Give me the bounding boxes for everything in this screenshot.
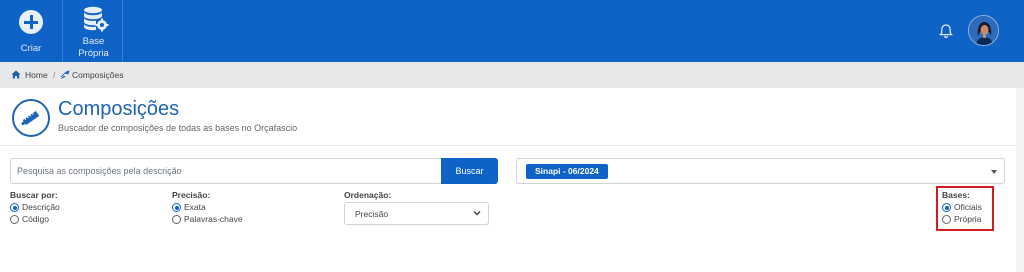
breadcrumb-current[interactable]: Composições <box>72 70 124 80</box>
bases-label: Bases: <box>942 190 970 200</box>
search-input[interactable] <box>10 158 441 184</box>
radio-label: Palavras-chave <box>184 214 243 224</box>
radio-button[interactable] <box>172 215 181 224</box>
radio-label: Oficiais <box>954 202 982 212</box>
radio-button-checked[interactable] <box>172 203 181 212</box>
ordenacao-value: Precisão <box>355 209 389 219</box>
radio-button[interactable] <box>10 215 19 224</box>
breadcrumb: Home / Composições <box>0 62 1024 88</box>
radio-button-checked[interactable] <box>942 203 951 212</box>
radio-label: Descrição <box>22 202 60 212</box>
breadcrumb-home-link[interactable]: Home <box>25 70 48 80</box>
trowel-icon <box>60 70 70 79</box>
criar-button[interactable]: Criar <box>0 0 62 62</box>
caret-down-icon[interactable] <box>991 170 997 174</box>
radio-label: Código <box>22 214 49 224</box>
plus-circle-icon <box>19 10 43 34</box>
buscar-button[interactable]: Buscar <box>441 158 498 184</box>
base-selected-tag[interactable]: Sinapi - 06/2024 <box>526 164 608 179</box>
base-select[interactable]: Sinapi - 06/2024 <box>516 158 1005 184</box>
ordenacao-select[interactable]: Precisão <box>344 202 489 225</box>
page-subtitle: Buscador de composições de todas as base… <box>58 123 298 133</box>
breadcrumb-separator: / <box>53 70 56 80</box>
base-propria-button[interactable]: Base Própria <box>62 0 123 62</box>
top-navbar: Criar Base Própria <box>0 0 1024 62</box>
ordenacao-label: Ordenação: <box>344 190 392 200</box>
main-content: Composições Buscador de composições de t… <box>0 88 1016 272</box>
page-title: Composições <box>58 98 180 120</box>
header-trowel-badge <box>12 99 50 137</box>
precisao-label: Precisão: <box>172 190 211 200</box>
radio-label: Própria <box>954 214 982 224</box>
radio-button-checked[interactable] <box>10 203 19 212</box>
chevron-down-icon <box>473 211 481 216</box>
user-avatar[interactable] <box>968 15 999 46</box>
bell-icon[interactable] <box>936 21 956 41</box>
radio-button[interactable] <box>942 215 951 224</box>
radio-label: Exata <box>184 202 206 212</box>
trowel-icon <box>21 110 40 126</box>
base-label-line1: Base <box>82 36 105 47</box>
avatar-image <box>969 16 998 45</box>
buscar-por-label: Buscar por: <box>10 190 58 200</box>
base-label-line2: Própria <box>78 48 109 59</box>
database-gear-icon <box>84 6 109 32</box>
header-divider <box>0 145 1016 146</box>
criar-label: Criar <box>20 43 42 54</box>
home-icon <box>11 70 21 79</box>
